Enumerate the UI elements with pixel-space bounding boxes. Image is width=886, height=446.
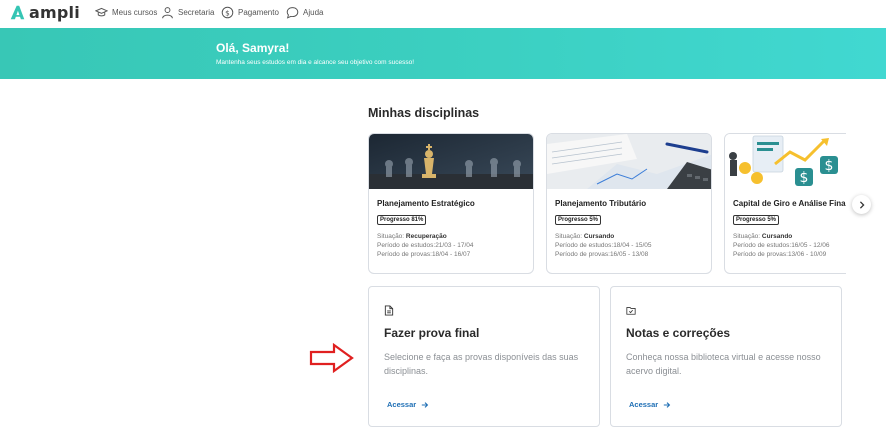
nav-ajuda[interactable]: Ajuda xyxy=(286,6,323,19)
disciplina-title: Capital de Giro e Análise Fina xyxy=(733,199,846,208)
provas-value: 16/05 - 13/08 xyxy=(609,251,649,258)
progress-badge: Progresso 5% xyxy=(555,215,602,225)
provas-label: Período de provas: xyxy=(555,251,610,258)
arrow-right-icon xyxy=(664,401,671,408)
fazer-prova-final-card[interactable]: Fazer prova final Selecione e faça as pr… xyxy=(368,286,600,427)
brand-name: ampli xyxy=(29,3,80,22)
situacao-label: Situação: xyxy=(555,233,583,240)
chevron-right-icon xyxy=(859,200,865,209)
nav-label: Meus cursos xyxy=(112,8,158,17)
acessar-link[interactable]: Acessar xyxy=(629,400,671,409)
disciplina-title: Planejamento Tributário xyxy=(555,199,647,208)
estudos-label: Período de estudos: xyxy=(377,242,436,249)
nav-label: Secretaria xyxy=(178,8,215,17)
action-description: Conheça nossa biblioteca virtual e acess… xyxy=(626,352,821,377)
ampli-logo[interactable]: ampli xyxy=(9,3,80,22)
progress-badge: Progresso 5% xyxy=(733,215,780,225)
provas-row: Período de provas:13/06 - 10/09 xyxy=(733,251,846,258)
notas-e-correcoes-card[interactable]: Notas e correções Conheça nossa bibliote… xyxy=(610,286,842,427)
disciplina-card[interactable]: Planejamento Tributário Progresso 5% Sit… xyxy=(546,133,712,274)
nav-label: Pagamento xyxy=(238,8,279,17)
estudos-label: Período de estudos: xyxy=(733,242,792,249)
situacao-row: Situação: Cursando xyxy=(733,233,846,240)
estudos-row: Período de estudos:18/04 - 15/05 xyxy=(555,242,703,249)
estudos-value: 21/03 - 17/04 xyxy=(435,242,474,249)
situacao-row: Situação: Cursando xyxy=(555,233,703,240)
ampli-logo-icon xyxy=(10,5,25,20)
disciplinas-carousel: Planejamento Estratégico Progresso 81% S… xyxy=(368,133,846,276)
estudos-value: 16/05 - 12/06 xyxy=(791,242,830,249)
action-description: Selecione e faça as provas disponíveis d… xyxy=(384,352,579,377)
estudos-row: Período de estudos:16/05 - 12/06 xyxy=(733,242,846,249)
disciplina-image-finance: $ $ xyxy=(725,134,846,189)
acessar-label: Acessar xyxy=(629,400,659,409)
nav-secretaria[interactable]: Secretaria xyxy=(161,6,214,19)
estudos-label: Período de estudos: xyxy=(555,242,614,249)
graduation-cap-icon xyxy=(95,7,108,17)
chat-bubble-icon xyxy=(286,7,299,19)
disciplina-image-calculator xyxy=(547,134,711,189)
provas-row: Período de provas:18/04 - 16/07 xyxy=(377,251,525,258)
situacao-label: Situação: xyxy=(733,233,761,240)
nav-meus-cursos[interactable]: Meus cursos xyxy=(95,6,157,19)
nav-label: Ajuda xyxy=(303,8,324,17)
disciplina-title: Planejamento Estratégico xyxy=(377,199,475,208)
action-title: Fazer prova final xyxy=(384,326,480,340)
progress-badge: Progresso 81% xyxy=(377,215,427,225)
disciplina-image-chess xyxy=(369,134,533,189)
acessar-link[interactable]: Acessar xyxy=(387,400,429,409)
situacao-value: Cursando xyxy=(583,233,615,240)
welcome-subtitle: Mantenha seus estudos em dia e alcance s… xyxy=(216,59,415,66)
user-icon xyxy=(162,7,173,19)
svg-text:$: $ xyxy=(825,158,834,174)
disciplina-card[interactable]: $ $ Capital de Giro e Análise Fina Progr… xyxy=(724,133,846,274)
disciplina-card[interactable]: Planejamento Estratégico Progresso 81% S… xyxy=(368,133,534,274)
provas-value: 13/06 - 10/09 xyxy=(787,251,827,258)
carousel-next-button[interactable] xyxy=(852,195,871,214)
disciplinas-title: Minhas disciplinas xyxy=(368,106,480,120)
provas-label: Período de provas: xyxy=(377,251,432,258)
svg-text:$: $ xyxy=(225,8,230,17)
situacao-value: Recuperação xyxy=(405,233,447,240)
action-title: Notas e correções xyxy=(626,326,731,340)
folder-check-icon xyxy=(626,307,636,315)
welcome-title: Olá, Samyra! xyxy=(216,41,290,55)
situacao-value: Cursando xyxy=(761,233,793,240)
situacao-row: Situação: Recuperação xyxy=(377,233,525,240)
dollar-circle-icon: $ xyxy=(221,6,234,19)
nav-pagamento[interactable]: $ Pagamento xyxy=(221,6,279,19)
svg-text:$: $ xyxy=(800,170,809,186)
provas-label: Período de provas: xyxy=(733,251,788,258)
estudos-row: Período de estudos:21/03 - 17/04 xyxy=(377,242,525,249)
provas-value: 18/04 - 16/07 xyxy=(431,251,471,258)
welcome-banner: Olá, Samyra! Mantenha seus estudos em di… xyxy=(0,28,886,79)
top-nav: ampli Meus cursos Secretaria $ Pagamento… xyxy=(0,0,886,27)
provas-row: Período de provas:16/05 - 13/08 xyxy=(555,251,703,258)
arrow-right-icon xyxy=(422,401,429,408)
acessar-label: Acessar xyxy=(387,400,417,409)
estudos-value: 18/04 - 15/05 xyxy=(613,242,652,249)
situacao-label: Situação: xyxy=(377,233,405,240)
document-icon xyxy=(384,305,394,316)
red-arrow-icon xyxy=(309,343,354,373)
